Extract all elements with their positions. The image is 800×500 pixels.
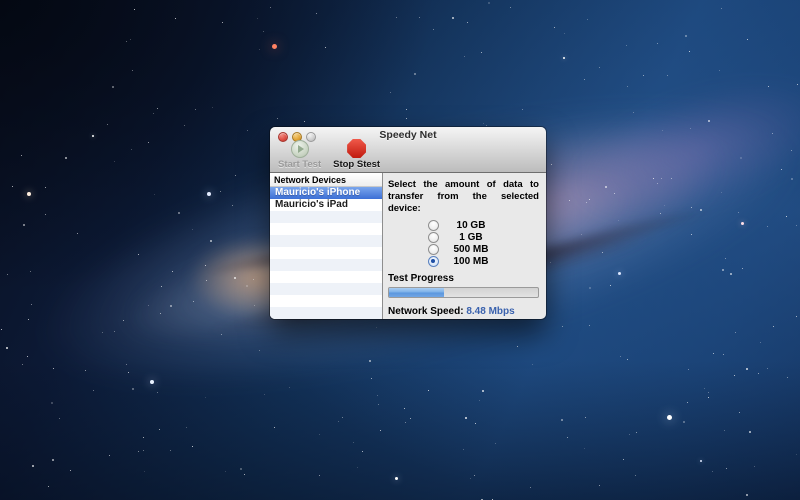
- radio-icon[interactable]: [428, 244, 439, 255]
- stop-test-label: Stop Stest: [333, 159, 380, 170]
- toolbar: Start Test Stop Stest: [270, 144, 546, 172]
- progress-bar: [388, 287, 539, 298]
- instruction-text: Select the amount of data to transfer fr…: [388, 179, 539, 215]
- stats: Network Speed: 8.48 Mbps Latency: 47.63 …: [388, 305, 539, 319]
- start-test-button[interactable]: Start Test: [278, 140, 321, 170]
- network-speed-value: 8.48 Mbps: [466, 306, 514, 317]
- instruction-line-1: Select the amount of data to: [388, 179, 539, 191]
- progress-bar-fill: [389, 288, 444, 297]
- device-row-ipad[interactable]: Mauricio's iPad: [270, 199, 382, 211]
- list-header: Network Devices: [270, 173, 382, 187]
- empty-list-row: [270, 259, 382, 271]
- speedy-net-window: Speedy Net Start Test Stop Stest Network…: [270, 127, 546, 319]
- radio-icon[interactable]: [428, 220, 439, 231]
- option-1gb[interactable]: 1 GB: [388, 231, 539, 243]
- test-progress-label: Test Progress: [388, 273, 539, 285]
- stop-test-button[interactable]: Stop Stest: [333, 139, 380, 170]
- empty-list-row: [270, 235, 382, 247]
- option-500mb[interactable]: 500 MB: [388, 243, 539, 255]
- instruction-line-2: transfer from the selected device:: [388, 191, 539, 215]
- empty-list-row: [270, 271, 382, 283]
- data-amount-options: 10 GB 1 GB 500 MB 100 MB: [388, 219, 539, 267]
- latency-stat: Latency: 47.63 ms: [388, 318, 474, 319]
- network-speed-label: Network Speed:: [388, 306, 464, 317]
- transfer-panel: Select the amount of data to transfer fr…: [383, 173, 546, 319]
- window-chrome: Speedy Net Start Test Stop Stest: [270, 127, 546, 173]
- empty-list-row: [270, 223, 382, 235]
- empty-list-row: [270, 295, 382, 307]
- desktop: Speedy Net Start Test Stop Stest Network…: [0, 0, 800, 500]
- network-devices-list: Network Devices Mauricio's iPhone Mauric…: [270, 173, 383, 319]
- stop-octagon-icon: [347, 139, 366, 158]
- latency-time-stats: Latency: 47.63 ms Time: 00:37: [388, 318, 539, 319]
- radio-icon[interactable]: [428, 256, 439, 267]
- window-content: Network Devices Mauricio's iPhone Mauric…: [270, 173, 546, 319]
- option-10gb[interactable]: 10 GB: [388, 219, 539, 231]
- empty-list-row: [270, 307, 382, 319]
- time-stat: Time: 00:37: [484, 318, 539, 319]
- start-test-label: Start Test: [278, 159, 321, 170]
- network-speed-stat: Network Speed: 8.48 Mbps: [388, 305, 539, 318]
- empty-list-row: [270, 211, 382, 223]
- radio-icon[interactable]: [428, 232, 439, 243]
- device-row-iphone[interactable]: Mauricio's iPhone: [270, 187, 382, 199]
- empty-list-row: [270, 247, 382, 259]
- play-icon: [291, 140, 309, 158]
- empty-list-row: [270, 283, 382, 295]
- option-100mb[interactable]: 100 MB: [388, 255, 539, 267]
